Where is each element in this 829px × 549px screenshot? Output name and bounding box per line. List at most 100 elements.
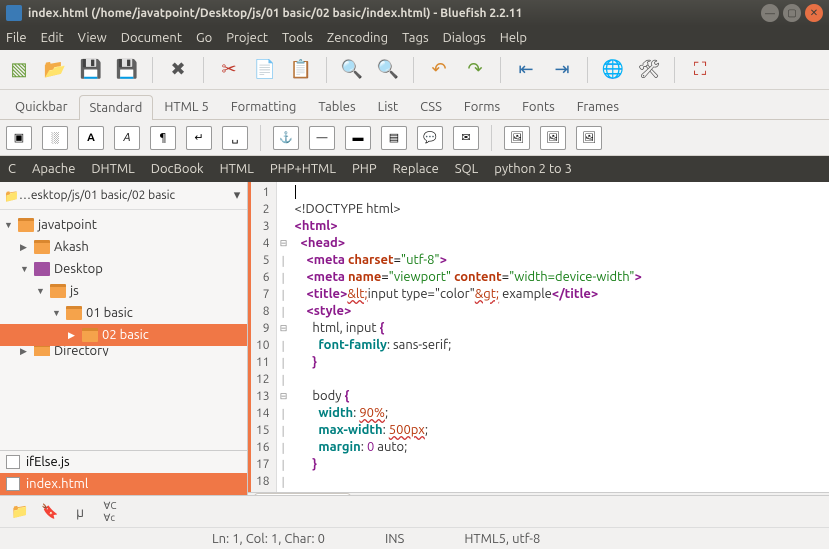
charmap-icon[interactable]: μ <box>68 501 92 523</box>
file-list[interactable]: ifElse.jsindex.html <box>0 450 247 495</box>
menu-view[interactable]: View <box>78 31 107 45</box>
tree-item[interactable]: ▼Desktop <box>0 258 247 280</box>
close-file-icon[interactable]: ✖ <box>165 57 191 83</box>
lang-phphtml[interactable]: PHP+HTML <box>270 162 336 176</box>
toolbar-tab-list[interactable]: List <box>367 94 410 119</box>
unindent-icon[interactable]: ⇤ <box>513 57 539 83</box>
cut-icon[interactable]: ✂ <box>216 57 242 83</box>
lang-python2to3[interactable]: python 2 to 3 <box>494 162 572 176</box>
save-as-icon[interactable]: 💾 <box>114 57 140 83</box>
expand-icon[interactable]: ▶ <box>68 330 78 341</box>
toolbar-tab-html5[interactable]: HTML 5 <box>153 94 220 119</box>
collapse-icon[interactable]: ▼ <box>36 286 46 296</box>
multithumb-icon[interactable]: 🖼 <box>576 126 602 150</box>
search-replace-icon[interactable]: 🔍 <box>375 57 401 83</box>
redo-icon[interactable]: ↷ <box>462 57 488 83</box>
expand-icon[interactable]: ▶ <box>20 242 30 253</box>
hr-icon[interactable]: — <box>309 126 335 150</box>
undo-icon[interactable]: ↶ <box>426 57 452 83</box>
expand-icon[interactable]: ▶ <box>20 346 30 356</box>
lang-html[interactable]: HTML <box>220 162 254 176</box>
syntax-encoding[interactable]: HTML5, utf-8 <box>464 532 540 546</box>
insert-mode[interactable]: INS <box>385 532 404 546</box>
rightalign-icon[interactable]: ▤ <box>381 126 407 150</box>
lang-replace[interactable]: Replace <box>393 162 439 176</box>
nbsp-icon[interactable]: ␣ <box>222 126 248 150</box>
menu-tags[interactable]: Tags <box>402 31 429 45</box>
toolbar-tab-quickbar[interactable]: Quickbar <box>4 94 79 119</box>
fold-marker[interactable]: ⊟ <box>277 235 291 252</box>
menu-tools[interactable]: Tools <box>282 31 313 45</box>
image-icon[interactable]: 🖼 <box>504 126 530 150</box>
file-item[interactable]: ifElse.js <box>0 451 247 473</box>
lang-sql[interactable]: SQL <box>455 162 479 176</box>
toolbar-tab-formatting[interactable]: Formatting <box>220 94 308 119</box>
fold-column[interactable]: ⊟││││⊟│││⊟│││││ <box>277 182 291 492</box>
toolbar-tab-fonts[interactable]: Fonts <box>511 94 566 119</box>
center-icon[interactable]: ▬ <box>345 126 371 150</box>
comment-icon[interactable]: 💬 <box>417 126 443 150</box>
path-selector[interactable]: 📁 …esktop/js/01 basic/02 basic ▾ <box>0 182 247 210</box>
menu-project[interactable]: Project <box>226 31 268 45</box>
lang-apache[interactable]: Apache <box>32 162 75 176</box>
menu-help[interactable]: Help <box>500 31 527 45</box>
lang-c[interactable]: C <box>8 162 16 176</box>
filebrowser-icon[interactable]: 📁 <box>8 501 32 523</box>
save-icon[interactable]: 💾 <box>78 57 104 83</box>
collapse-icon[interactable]: ▼ <box>52 308 62 318</box>
source-text[interactable]: <!DOCTYPE html><html> <head> <meta chars… <box>291 182 646 492</box>
maximize-button[interactable]: ▢ <box>783 4 801 22</box>
bold-icon[interactable]: A <box>78 126 104 150</box>
search-icon[interactable]: 🔍 <box>339 57 365 83</box>
code-editor[interactable]: 123456789101112131415161718 ⊟││││⊟│││⊟││… <box>248 182 829 492</box>
lang-php[interactable]: PHP <box>352 162 377 176</box>
chevron-down-icon[interactable]: ▾ <box>231 188 243 203</box>
new-file-icon[interactable]: ▧ <box>6 57 32 83</box>
toolbar-tab-forms[interactable]: Forms <box>453 94 511 119</box>
close-button[interactable]: ✕ <box>805 4 823 22</box>
file-item[interactable]: index.html <box>0 473 247 495</box>
italic-icon[interactable]: A <box>114 126 140 150</box>
minimize-button[interactable]: — <box>761 4 779 22</box>
thumbnail-icon[interactable]: 🖼 <box>540 126 566 150</box>
paste-icon[interactable]: 📋 <box>288 57 314 83</box>
menu-edit[interactable]: Edit <box>41 31 64 45</box>
indent-icon[interactable]: ⇥ <box>549 57 575 83</box>
lang-docbook[interactable]: DocBook <box>151 162 204 176</box>
tree-item[interactable]: ▶Akash <box>0 236 247 258</box>
tree-item[interactable]: ▼js <box>0 280 247 302</box>
folder-tree[interactable]: ▼javatpoint▶Akash▼Desktop▼js▼01 basic ▶ 02… <box>0 210 247 450</box>
menu-dialogs[interactable]: Dialogs <box>443 31 486 45</box>
toolbar-tab-standard[interactable]: Standard <box>79 95 154 120</box>
fold-marker[interactable]: ⊟ <box>277 388 291 405</box>
tree-item[interactable]: ▼01 basic <box>0 302 247 324</box>
menu-zencoding[interactable]: Zencoding <box>327 31 388 45</box>
anchor-icon[interactable]: ⚓ <box>273 126 299 150</box>
paragraph-icon[interactable]: ¶ <box>150 126 176 150</box>
collapse-icon[interactable]: ▼ <box>20 264 30 274</box>
quickstart-icon[interactable]: ▣ <box>6 126 32 150</box>
toolbar-tab-css[interactable]: CSS <box>409 94 453 119</box>
fullscreen-icon[interactable]: ⛶ <box>687 57 713 83</box>
email-icon[interactable]: ✉ <box>453 126 479 150</box>
open-file-icon[interactable]: 📂 <box>42 57 68 83</box>
tree-item[interactable]: ▶Directory <box>0 346 247 356</box>
tree-item-label: 02 basic <box>102 328 149 342</box>
break-icon[interactable]: ↵ <box>186 126 212 150</box>
fold-marker[interactable]: ⊟ <box>277 320 291 337</box>
tree-item[interactable]: ▼javatpoint <box>0 214 247 236</box>
copy-icon[interactable]: 📄 <box>252 57 278 83</box>
menu-go[interactable]: Go <box>196 31 212 45</box>
snippets-icon[interactable]: ∀C∀c <box>98 501 122 523</box>
toolbar-tab-frames[interactable]: Frames <box>566 94 630 119</box>
preferences-icon[interactable]: 🛠 <box>636 57 662 83</box>
menu-document[interactable]: Document <box>121 31 182 45</box>
body-icon[interactable]: ░ <box>42 126 68 150</box>
menu-file[interactable]: File <box>6 31 27 45</box>
collapse-icon[interactable]: ▼ <box>4 220 14 230</box>
tree-item[interactable]: ▶ 02 basic <box>0 324 247 346</box>
bookmarks-icon[interactable]: 🔖 <box>38 501 62 523</box>
lang-dhtml[interactable]: DHTML <box>91 162 134 176</box>
browser-preview-icon[interactable]: 🌐 <box>600 57 626 83</box>
toolbar-tab-tables[interactable]: Tables <box>307 94 366 119</box>
